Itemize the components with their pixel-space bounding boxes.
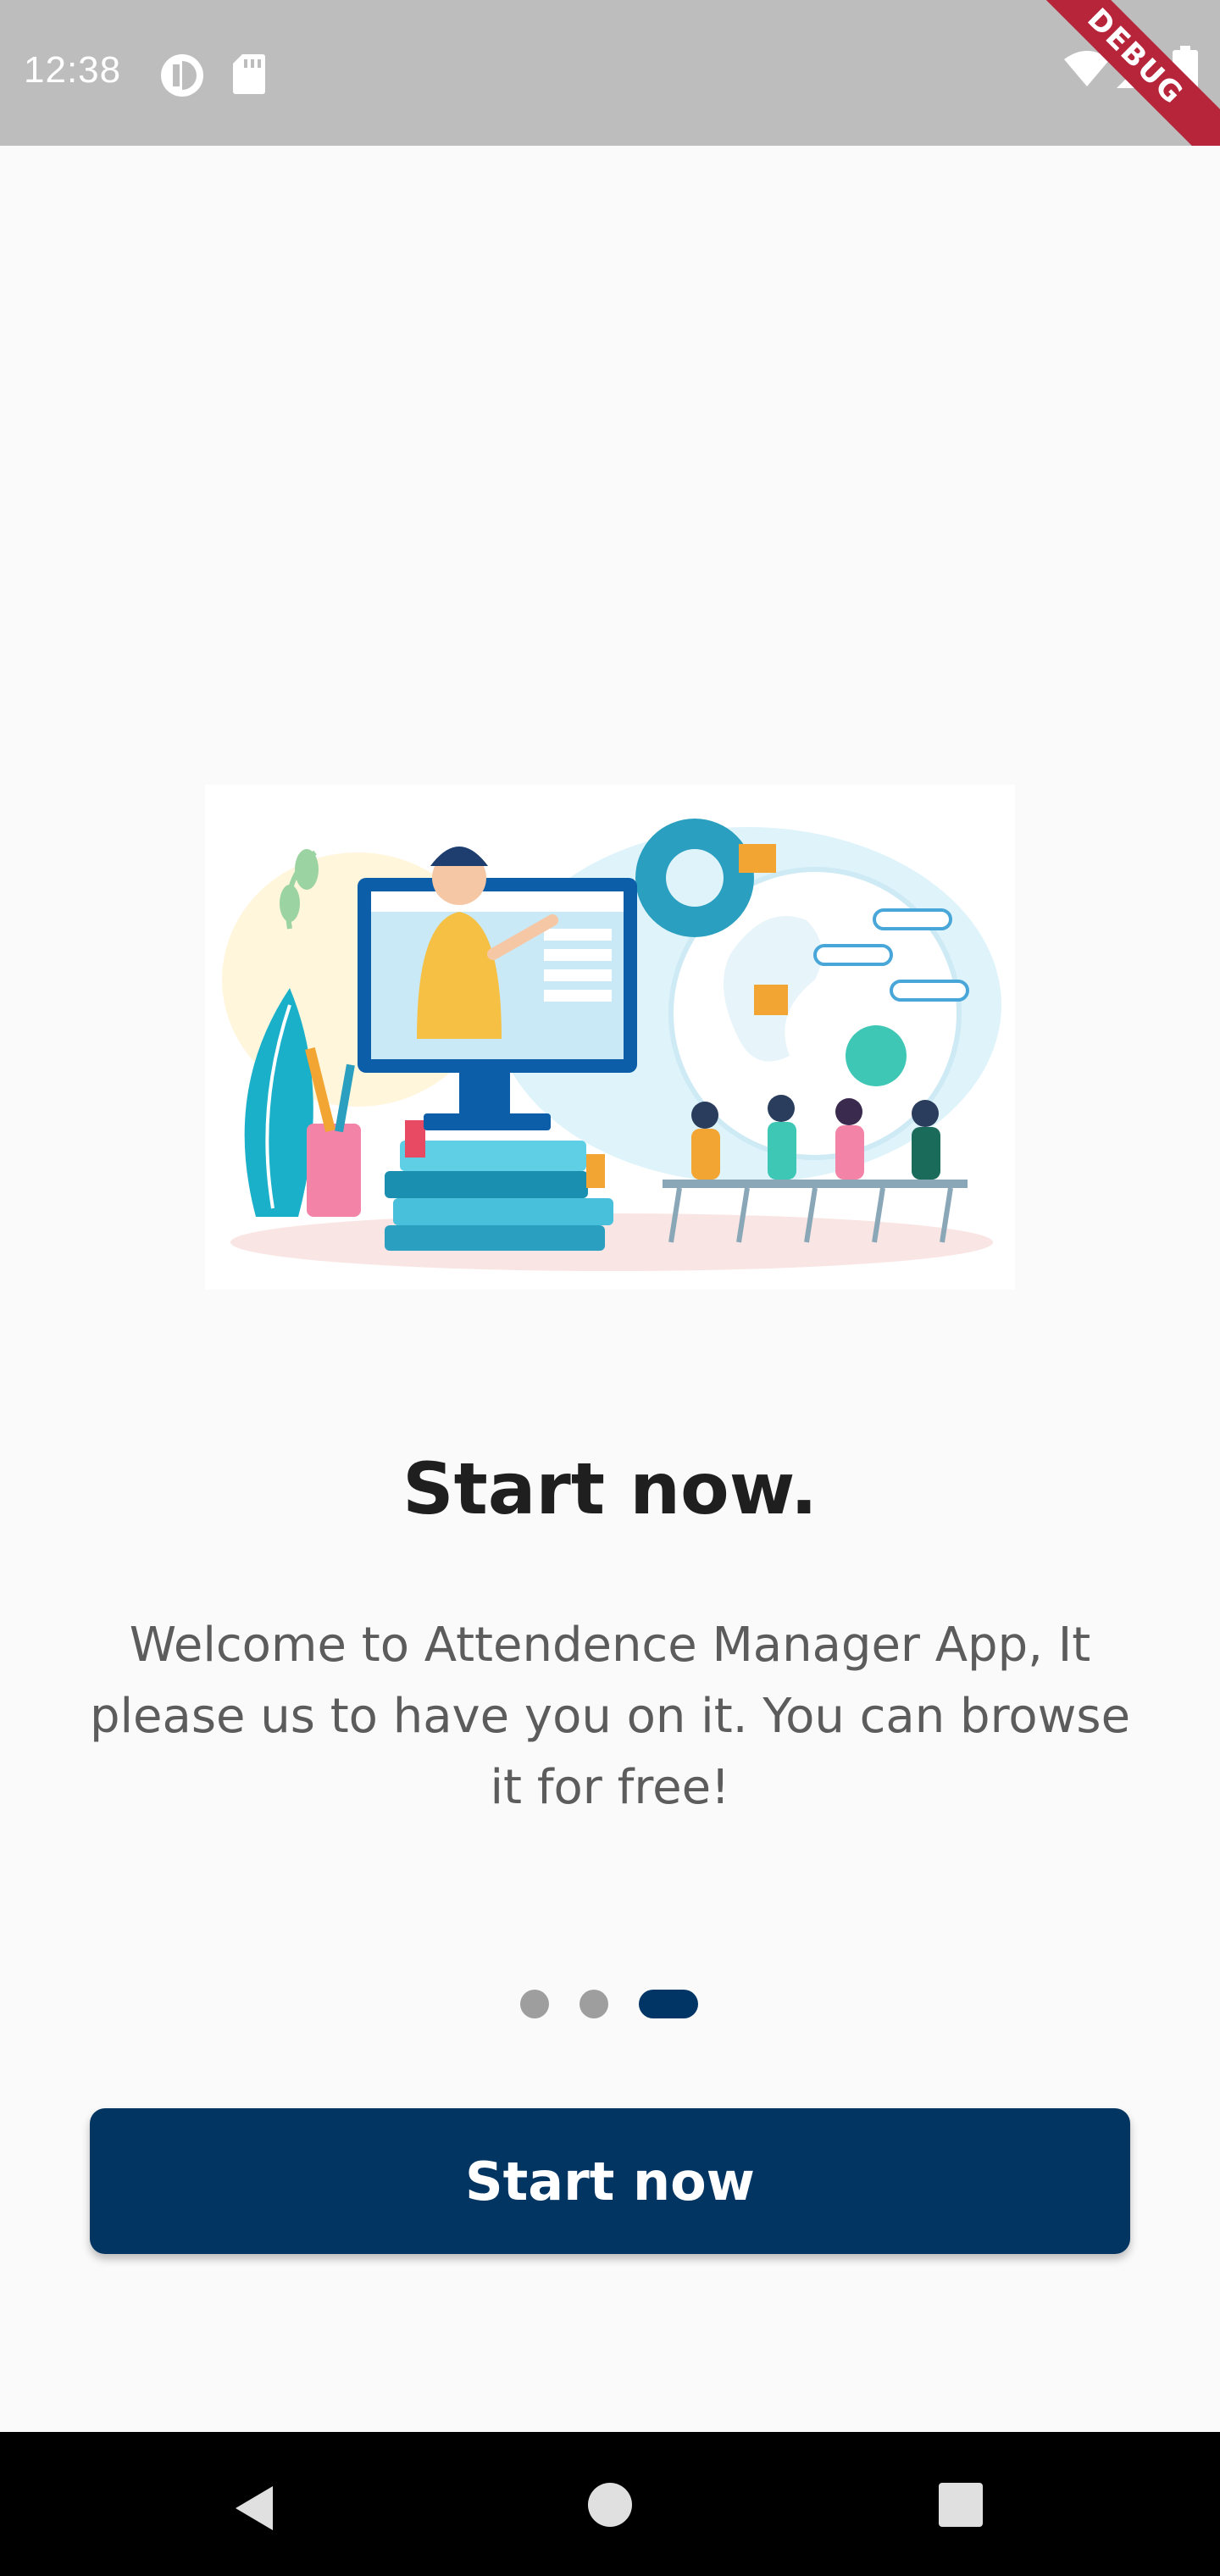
status-time: 12:38: [24, 49, 122, 91]
page-indicator: [520, 1988, 707, 2018]
onboarding-title: Start now.: [402, 1447, 818, 1530]
back-icon[interactable]: [229, 2481, 283, 2535]
recents-icon[interactable]: [937, 2481, 984, 2529]
page-dot-2[interactable]: [580, 1990, 608, 2018]
page-dot-3-active[interactable]: [639, 1990, 698, 2018]
status-bar: 12:38 DEBUG: [0, 0, 1220, 146]
app-notification-icon: [161, 54, 203, 97]
online-class-illustration: [205, 785, 1015, 1290]
page-dot-1[interactable]: [520, 1990, 549, 2018]
start-now-button[interactable]: Start now: [90, 2108, 1130, 2254]
home-icon[interactable]: [586, 2481, 634, 2529]
sd-card-icon: [233, 54, 265, 94]
onboarding-description: Welcome to Attendence Manager App, It pl…: [89, 1618, 1131, 1815]
